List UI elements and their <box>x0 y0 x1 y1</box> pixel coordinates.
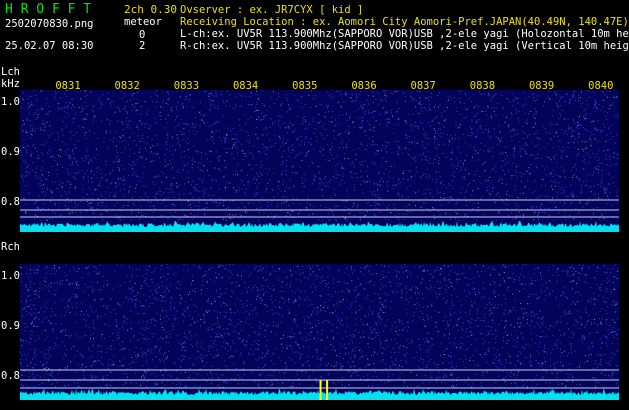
lch-info: L-ch:ex. UV5R 113.900Mhz(SAPPORO VOR)USB… <box>180 28 629 40</box>
file-name: 2502070830.png <box>5 18 94 30</box>
rch-ytick-3: 0.8 <box>1 370 20 382</box>
observer-info: Ovserver : ex. JR7CYX [ kid ] <box>180 4 364 16</box>
header: H R O F F T 2ch 0.30 2502070830.png mete… <box>0 0 629 62</box>
rch-info: R-ch:ex. UV5R 113.900Mhz(SAPPORO VOR)USB… <box>180 40 629 52</box>
rch-ytick-1: 1.0 <box>1 270 20 282</box>
lch-ytick-2: 0.9 <box>1 146 20 158</box>
lch-ytick-3: 0.8 <box>1 196 20 208</box>
lch-unit-label: kHz <box>1 78 20 90</box>
lch-ytick-1: 1.0 <box>1 96 20 108</box>
rch-spectrogram-canvas <box>20 264 619 400</box>
date-time: 25.02.07 08:30 <box>5 40 94 52</box>
meteor-label: meteor <box>124 16 162 28</box>
rch-spectrogram <box>20 264 619 400</box>
lch-spectrogram-canvas <box>20 90 619 232</box>
meteor-mark <box>326 380 329 400</box>
app-version: 2ch 0.30 <box>124 3 177 16</box>
rch-channel-label: Rch <box>1 241 20 253</box>
lch-channel-label: Lch <box>1 66 20 78</box>
location-info: Receiving Location : ex. Aomori City Aom… <box>180 16 629 28</box>
meteor-count-rch: 2 <box>139 40 146 52</box>
lch-spectrogram <box>20 90 619 232</box>
rch-ytick-2: 0.9 <box>1 320 20 332</box>
meteor-count-lch: 0 <box>139 29 146 41</box>
meteor-mark <box>319 380 322 400</box>
app-logo: H R O F F T <box>5 2 92 17</box>
spectrogram-background <box>20 90 619 232</box>
